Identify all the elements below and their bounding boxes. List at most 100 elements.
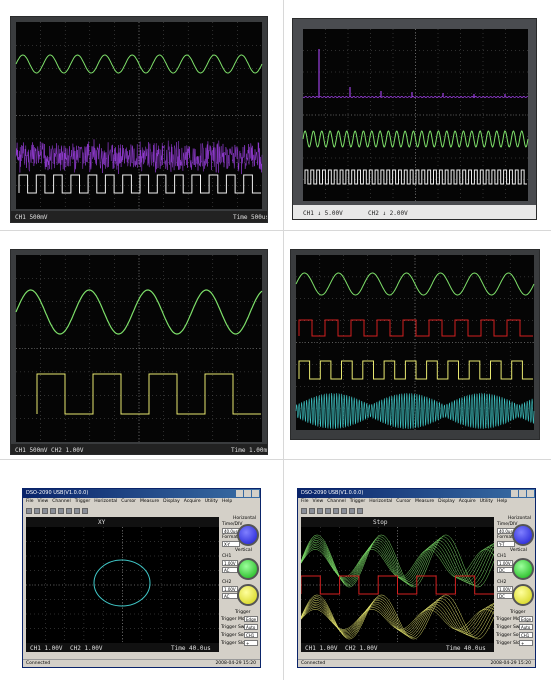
menu-item-file[interactable]: File [26,498,34,506]
collage: CH1 500mV Time 500us CH1 ↓ 5.00V CH2 ↓ 2.0… [0,0,551,680]
menu-item-utility[interactable]: Utility [480,498,493,506]
save-icon[interactable] [309,508,315,514]
menu-item-display[interactable]: Display [438,498,455,506]
menu-item-channel[interactable]: Channel [327,498,345,506]
ch2-volt-select[interactable]: 1.00V [222,586,238,592]
ch2-coupling-select[interactable]: AC [222,593,238,599]
ch2-label: CH2 [222,580,232,585]
ch1-coupling-select[interactable]: AC [222,567,238,573]
ch2-coupling-select[interactable]: DC [497,593,513,599]
ch2-volt-select[interactable]: 1.00V [497,586,513,592]
menu-item-file[interactable]: File [301,498,309,506]
menu-item-help[interactable]: Help [222,498,232,506]
ch1-volt-select[interactable]: 1.00V [222,560,238,566]
format-select[interactable]: X-Y [222,541,240,547]
format-label: Format [222,535,238,540]
menu-item-view[interactable]: View [313,498,324,506]
zoom-icon[interactable] [66,508,72,514]
zoom-icon[interactable] [341,508,347,514]
open-icon[interactable] [26,508,32,514]
menu-item-cursor[interactable]: Cursor [121,498,136,506]
ch1-volt-select[interactable]: 1.00V [497,560,513,566]
run-icon[interactable] [325,508,331,514]
control-panel-yt: Horizontal Time/DIV 40.0us Format Y-T Ve… [496,516,535,656]
ch1-knob[interactable] [512,558,534,580]
menu-item-horizontal[interactable]: Horizontal [369,498,392,506]
print-icon[interactable] [317,508,323,514]
ch2-knob[interactable] [237,584,259,606]
trigger-mode-select[interactable]: Edge [244,616,258,622]
trigger-mode-select[interactable]: Edge [519,616,533,622]
close-button[interactable] [252,490,259,497]
status-text: Connected [301,661,326,666]
status-left: CH1 500mV [15,214,48,221]
status-mid: CH2 ↓ 2.00V [368,210,408,217]
oscilloscope-panel-2: CH1 ↓ 5.00V CH2 ↓ 2.00V [292,18,537,220]
maximize-button[interactable] [244,490,251,497]
print-icon[interactable] [42,508,48,514]
menu-item-trigger[interactable]: Trigger [75,498,91,506]
menu-bar: File View Channel Trigger Horizontal Cursor Me… [23,498,260,506]
display-header [301,517,494,527]
measure-icon[interactable] [82,508,88,514]
bottom-right: Time 40.0us [446,645,486,652]
run-icon[interactable] [50,508,56,514]
mode-label: XY [98,519,106,526]
status-right: Time 500us [233,214,267,221]
bottom-mid: CH2 1.00V [70,645,103,652]
cursor-icon[interactable] [349,508,355,514]
trigger-sweep-select[interactable]: Auto [244,624,258,630]
open-icon[interactable] [301,508,307,514]
maximize-button[interactable] [519,490,526,497]
scope-display-yt: Stop CH1 1.00V CH2 1.00V Time 40.0us [300,517,495,652]
ch1-coupling-select[interactable]: DC [497,567,513,573]
stop-icon[interactable] [58,508,64,514]
menu-item-channel[interactable]: Channel [52,498,70,506]
bottom-left: CH1 1.00V [30,645,63,652]
menu-item-trigger[interactable]: Trigger [350,498,366,506]
menu-item-acquire[interactable]: Acquire [184,498,201,506]
window-title: DSO-2090 USB(V1.0.0.0) [26,490,89,496]
status-strip [11,211,267,222]
horizontal-label: Horizontal [508,516,531,521]
horizontal-label: Horizontal [233,516,256,521]
scope-screen-1: CH1 500mV Time 500us [11,22,267,222]
ch1-label: CH1 [497,554,507,559]
minimize-button[interactable] [511,490,518,497]
bottom-right: Time 40.0us [171,645,211,652]
menu-bar: File View Channel Trigger Horizontal Cursor Me… [298,498,535,506]
status-mid: CH2 1.00V [51,447,84,454]
trigger-label: Trigger [235,610,251,615]
trigger-sweep-select[interactable]: Auto [519,624,533,630]
menu-item-measure[interactable]: Measure [415,498,434,506]
format-select[interactable]: Y-T [497,541,515,547]
close-button[interactable] [527,490,534,497]
ch2-knob[interactable] [512,584,534,606]
menu-item-cursor[interactable]: Cursor [396,498,411,506]
ch1-knob[interactable] [237,558,259,580]
measure-icon[interactable] [357,508,363,514]
save-icon[interactable] [34,508,40,514]
menu-item-help[interactable]: Help [497,498,507,506]
scope-screen-3: CH1 500mV CH2 1.00V Time 1.00ms [11,255,267,454]
control-panel-xy: Horizontal Time/DIV 40.0us Format X-Y Ve… [221,516,260,656]
trigger-slope-select[interactable]: + [519,640,533,646]
trigger-source-select[interactable]: CH1 [519,632,533,638]
vertical-label: Vertical [510,548,527,553]
toolbar [23,506,260,516]
menu-item-acquire[interactable]: Acquire [459,498,476,506]
menu-item-measure[interactable]: Measure [140,498,159,506]
horizontal-knob[interactable] [512,524,534,546]
menu-item-view[interactable]: View [38,498,49,506]
horizontal-knob[interactable] [237,524,259,546]
trigger-source-select[interactable]: CH1 [244,632,258,638]
stop-icon[interactable] [333,508,339,514]
menu-item-utility[interactable]: Utility [205,498,218,506]
menu-item-display[interactable]: Display [163,498,180,506]
app-window-xy: DSO-2090 USB(V1.0.0.0) File View Channel Tr… [22,488,261,668]
divider-horizontal-2 [0,459,551,460]
menu-item-horizontal[interactable]: Horizontal [94,498,117,506]
minimize-button[interactable] [236,490,243,497]
cursor-icon[interactable] [74,508,80,514]
trigger-slope-select[interactable]: + [244,640,258,646]
